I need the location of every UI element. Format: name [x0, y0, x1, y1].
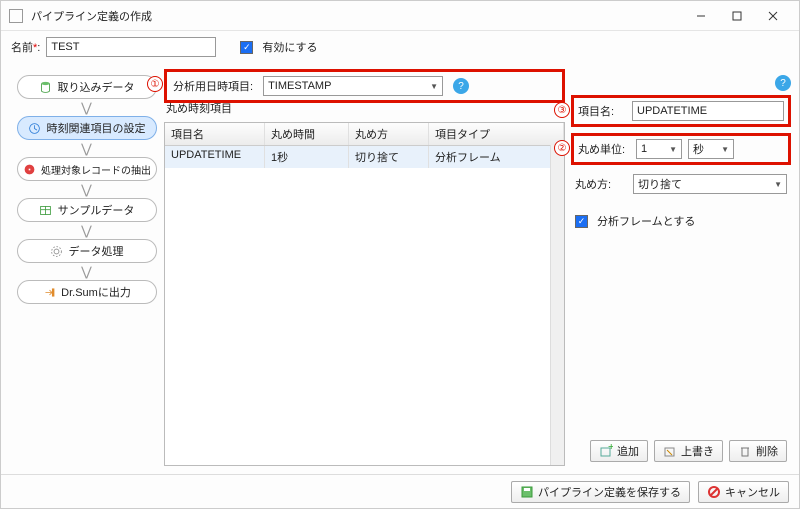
minimize-button[interactable] — [683, 4, 719, 28]
name-input[interactable] — [46, 37, 216, 57]
step-label: 取り込みデータ — [58, 79, 135, 95]
help-icon[interactable]: ? — [775, 75, 791, 91]
round-unit-box: ② 丸め単位: 1▼ 秒▼ — [571, 133, 791, 165]
export-icon — [42, 285, 56, 299]
round-unit-select[interactable]: 秒▼ — [688, 139, 734, 159]
analysis-label: 分析用日時項目: — [173, 78, 253, 94]
item-name-label: 項目名: — [578, 103, 626, 119]
close-button[interactable] — [755, 4, 791, 28]
svg-text:+: + — [608, 444, 613, 453]
step-label: データ処理 — [69, 243, 124, 259]
plus-icon: + — [599, 444, 613, 458]
maximize-button[interactable] — [719, 4, 755, 28]
frame-checkbox[interactable]: ✓ — [575, 215, 588, 228]
annotation-2: ② — [554, 140, 570, 156]
round-table: 項目名 丸め時間 丸め方 項目タイプ UPDATETIME 1秒 切り捨て 分析… — [164, 122, 565, 466]
step-import[interactable]: 取り込みデータ — [17, 75, 157, 99]
frame-label: 分析フレームとする — [597, 213, 695, 229]
step-process[interactable]: データ処理 — [17, 239, 157, 263]
enable-checkbox[interactable]: ✓ — [240, 41, 253, 54]
step-label: サンプルデータ — [58, 202, 135, 218]
analysis-select[interactable]: TIMESTAMP ▼ — [263, 76, 443, 96]
round-method-label: 丸め方: — [575, 176, 627, 192]
chevron-down-icon: ⋁ — [81, 101, 92, 114]
window-title: パイプライン定義の作成 — [31, 8, 152, 24]
col-type[interactable]: 項目タイプ — [429, 123, 564, 145]
filter-icon — [22, 162, 36, 176]
database-icon — [39, 80, 53, 94]
annotation-3: ③ — [554, 102, 570, 118]
cancel-icon — [707, 485, 721, 499]
round-unit-label: 丸め単位: — [578, 141, 630, 157]
chevron-down-icon: ▼ — [669, 145, 677, 154]
annotation-1: ① — [147, 76, 163, 92]
table-row[interactable]: UPDATETIME 1秒 切り捨て 分析フレーム — [165, 146, 564, 168]
step-output[interactable]: Dr.Sumに出力 — [17, 280, 157, 304]
wizard-sidebar: 取り込みデータ ⋁ 時刻関連項目の設定 ⋁ 処理対象レコードの抽出 ⋁ サンプル… — [9, 69, 164, 466]
help-icon[interactable]: ? — [453, 78, 469, 94]
app-icon — [9, 9, 23, 23]
name-label: 名前*: — [11, 39, 40, 55]
scrollbar[interactable] — [550, 145, 564, 465]
enable-label: 有効にする — [262, 39, 317, 55]
save-button[interactable]: パイプライン定義を保存する — [511, 481, 690, 503]
delete-button[interactable]: 削除 — [729, 440, 787, 462]
section-label: 丸め時刻項目 — [164, 100, 565, 119]
trash-icon — [738, 444, 752, 458]
chevron-down-icon: ▼ — [774, 180, 782, 189]
form-top-row: 名前*: ✓ 有効にする — [1, 31, 799, 63]
col-round[interactable]: 丸め時間 — [265, 123, 349, 145]
step-label: 処理対象レコードの抽出 — [41, 162, 151, 177]
step-label: Dr.Sumに出力 — [61, 284, 131, 300]
add-button[interactable]: +追加 — [590, 440, 648, 462]
item-name-input[interactable] — [632, 101, 784, 121]
edit-icon — [663, 444, 677, 458]
chevron-down-icon: ⋁ — [81, 224, 92, 237]
col-method[interactable]: 丸め方 — [349, 123, 429, 145]
round-num-select[interactable]: 1▼ — [636, 139, 682, 159]
chevron-down-icon: ⋁ — [81, 265, 92, 278]
save-icon — [520, 485, 534, 499]
detail-panel: ? ③ 項目名: ② 丸め単位: 1▼ 秒▼ 丸め方: 切り捨て▼ — [571, 69, 791, 466]
table-header: 項目名 丸め時間 丸め方 項目タイプ — [165, 123, 564, 146]
col-name[interactable]: 項目名 — [165, 123, 265, 145]
analysis-datetime-box: ① 分析用日時項目: TIMESTAMP ▼ ? — [164, 69, 565, 103]
clock-icon — [28, 121, 42, 135]
gear-icon — [50, 244, 64, 258]
step-sample[interactable]: サンプルデータ — [17, 198, 157, 222]
chevron-down-icon: ▼ — [721, 145, 729, 154]
chevron-down-icon: ▼ — [430, 82, 438, 91]
detail-buttons: +追加 上書き 削除 — [571, 436, 791, 466]
grid-icon — [39, 203, 53, 217]
analysis-value: TIMESTAMP — [268, 80, 331, 92]
step-label: 時刻関連項目の設定 — [47, 120, 146, 136]
step-filter[interactable]: 処理対象レコードの抽出 — [17, 157, 157, 181]
title-bar: パイプライン定義の作成 — [1, 1, 799, 31]
chevron-down-icon: ⋁ — [81, 142, 92, 155]
chevron-down-icon: ⋁ — [81, 183, 92, 196]
step-time[interactable]: 時刻関連項目の設定 — [17, 116, 157, 140]
item-name-box: ③ 項目名: — [571, 95, 791, 127]
round-method-select[interactable]: 切り捨て▼ — [633, 174, 787, 194]
overwrite-button[interactable]: 上書き — [654, 440, 723, 462]
footer: パイプライン定義を保存する キャンセル — [1, 474, 799, 508]
cancel-button[interactable]: キャンセル — [698, 481, 789, 503]
